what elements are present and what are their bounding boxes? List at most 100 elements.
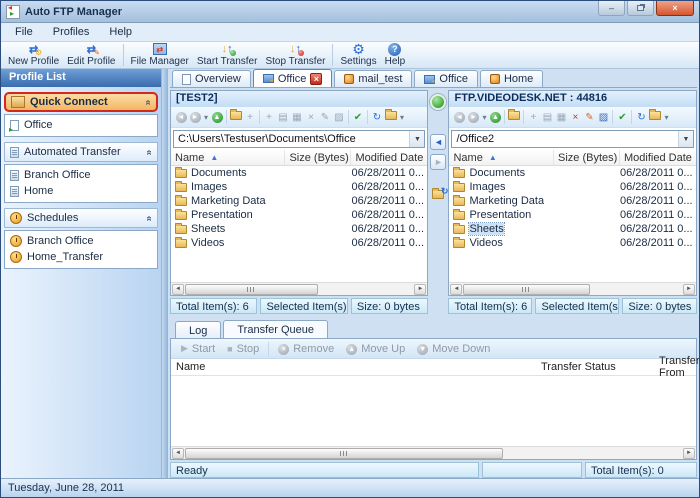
menu-help[interactable]: Help (99, 24, 142, 40)
address-dropdown-icon[interactable]: ▼ (678, 131, 693, 147)
restore-button[interactable] (627, 1, 654, 16)
refresh-icon[interactable]: ↻ (370, 112, 384, 123)
forward-icon[interactable]: ► (466, 111, 480, 123)
move-icon[interactable]: + (262, 112, 276, 123)
transfer-to-remote-button[interactable]: ► (430, 154, 446, 170)
collapse-chevron-icon[interactable]: « (144, 149, 155, 155)
queue-stop-button[interactable]: ■Stop (222, 343, 264, 355)
queue-start-button[interactable]: ▶Start (176, 343, 220, 355)
delete-icon[interactable]: × (304, 112, 318, 123)
scroll-left-icon[interactable]: ◄ (172, 448, 184, 459)
file-manager-button[interactable]: ⇄ File Manager (127, 42, 193, 67)
sidebar-item-office[interactable]: Office (5, 117, 157, 133)
file-row[interactable]: Videos06/28/2011 0... (449, 236, 696, 250)
schedule-item-branch-office[interactable]: Branch Office (5, 233, 157, 249)
help-button[interactable]: ? Help (381, 42, 410, 67)
refresh-icon[interactable]: ↻ (634, 112, 648, 123)
views-caret-icon[interactable]: ▾ (398, 113, 406, 122)
file-row[interactable]: Marketing Data06/28/2011 0... (171, 194, 427, 208)
file-row[interactable]: Marketing Data06/28/2011 0... (449, 194, 696, 208)
column-name[interactable]: Name▲ (449, 150, 554, 165)
local-horizontal-scrollbar[interactable]: ◄ ► (171, 282, 427, 295)
tab-close-icon[interactable]: × (310, 73, 322, 85)
file-row[interactable]: Documents06/28/2011 0... (449, 166, 696, 180)
compare-folders-button[interactable]: ↻ (432, 190, 444, 202)
views-caret-icon[interactable]: ▾ (662, 113, 670, 122)
queue-column-transfer-status[interactable]: Transfer Status (536, 359, 654, 375)
move-icon[interactable]: + (526, 112, 540, 123)
queue-column-transfer-from[interactable]: Transfer From (654, 359, 700, 375)
scroll-left-icon[interactable]: ◄ (450, 284, 462, 295)
file-row[interactable]: Documents06/28/2011 0... (171, 166, 427, 180)
tab-mail-test[interactable]: mail_test (334, 70, 412, 87)
column-modified[interactable]: Modified Date (351, 150, 427, 165)
file-row[interactable]: Sheets06/28/2011 0... (171, 222, 427, 236)
sidebar-item-home[interactable]: Home (5, 183, 157, 199)
queue-list-body[interactable] (171, 376, 696, 446)
schedules-header[interactable]: Schedules « (4, 208, 158, 228)
scroll-right-icon[interactable]: ► (683, 284, 695, 295)
scrollbar-thumb[interactable] (463, 284, 590, 295)
select-check-icon[interactable]: ✔ (351, 112, 365, 123)
file-row[interactable]: Videos06/28/2011 0... (171, 236, 427, 250)
sidebar-splitter[interactable] (161, 69, 168, 478)
collapse-chevron-icon[interactable]: « (144, 215, 155, 221)
menu-file[interactable]: File (5, 24, 43, 40)
back-icon[interactable]: ◄ (174, 111, 188, 123)
tab-office-active[interactable]: Office × (253, 69, 333, 87)
paste-icon[interactable]: ▦ (290, 112, 304, 123)
edit-profile-button[interactable]: ⇄✎ Edit Profile (63, 42, 119, 67)
close-button[interactable]: × (656, 1, 694, 16)
copy-icon[interactable]: ▤ (540, 112, 554, 123)
tab-transfer-queue[interactable]: Transfer Queue (223, 320, 328, 339)
rename-icon[interactable]: ✎ (318, 112, 332, 123)
file-row[interactable]: Images06/28/2011 0... (449, 180, 696, 194)
schedule-item-home-transfer[interactable]: Home_Transfer (5, 249, 157, 265)
collapse-chevron-icon[interactable]: « (143, 99, 154, 105)
scroll-right-icon[interactable]: ► (414, 284, 426, 295)
queue-remove-button[interactable]: ×Remove (273, 343, 339, 355)
queue-horizontal-scrollbar[interactable]: ◄ ► (171, 446, 696, 459)
queue-move-down-button[interactable]: ▼Move Down (412, 343, 495, 355)
connection-status-icon[interactable] (430, 94, 446, 110)
open-folder-icon[interactable] (507, 111, 521, 123)
delete-icon[interactable]: × (568, 112, 582, 123)
tab-overview[interactable]: Overview (172, 70, 251, 87)
column-modified[interactable]: Modified Date (620, 150, 696, 165)
up-folder-icon[interactable]: ▲ (488, 111, 502, 123)
stop-transfer-button[interactable]: ↓↑ Stop Transfer (261, 42, 329, 67)
folder-views-icon[interactable] (648, 111, 662, 123)
remote-list-body[interactable]: Documents06/28/2011 0... Images06/28/201… (449, 166, 696, 282)
scroll-right-icon[interactable]: ► (683, 448, 695, 459)
open-folder-icon[interactable] (229, 111, 243, 123)
minimize-button[interactable]: – (598, 1, 625, 16)
tab-log[interactable]: Log (175, 321, 221, 339)
forward-icon[interactable]: ► (188, 111, 202, 123)
file-row[interactable]: Presentation06/28/2011 0... (171, 208, 427, 222)
up-folder-icon[interactable]: ▲ (210, 111, 224, 123)
start-transfer-button[interactable]: ↓↑ Start Transfer (193, 42, 262, 67)
remote-path-input[interactable] (452, 131, 678, 147)
queue-move-up-button[interactable]: ▲Move Up (341, 343, 410, 355)
file-row[interactable]: Images06/28/2011 0... (171, 180, 427, 194)
properties-icon[interactable]: ▨ (596, 112, 610, 123)
settings-button[interactable]: ⚙ Settings (336, 42, 380, 67)
column-size[interactable]: Size (Bytes) (285, 150, 351, 165)
local-list-body[interactable]: Documents06/28/2011 0... Images06/28/201… (171, 166, 427, 282)
history-caret-icon[interactable]: ▾ (480, 113, 488, 122)
paste-icon[interactable]: ▦ (554, 112, 568, 123)
back-icon[interactable]: ◄ (452, 111, 466, 123)
file-row[interactable]: Presentation06/28/2011 0... (449, 208, 696, 222)
menu-profiles[interactable]: Profiles (43, 24, 100, 40)
tab-home[interactable]: Home (480, 70, 543, 87)
rename-icon[interactable]: ✎ (582, 112, 596, 123)
new-profile-button[interactable]: ⇄⚙ New Profile (4, 42, 63, 67)
queue-column-name[interactable]: Name (171, 359, 536, 375)
transfer-to-local-button[interactable]: ◄ (430, 134, 446, 150)
properties-icon[interactable]: ▨ (332, 112, 346, 123)
tab-office[interactable]: Office (414, 70, 478, 87)
select-check-icon[interactable]: ✔ (615, 112, 629, 123)
address-dropdown-icon[interactable]: ▼ (409, 131, 424, 147)
column-name[interactable]: Name▲ (171, 150, 285, 165)
sidebar-item-branch-office[interactable]: Branch Office (5, 167, 157, 183)
